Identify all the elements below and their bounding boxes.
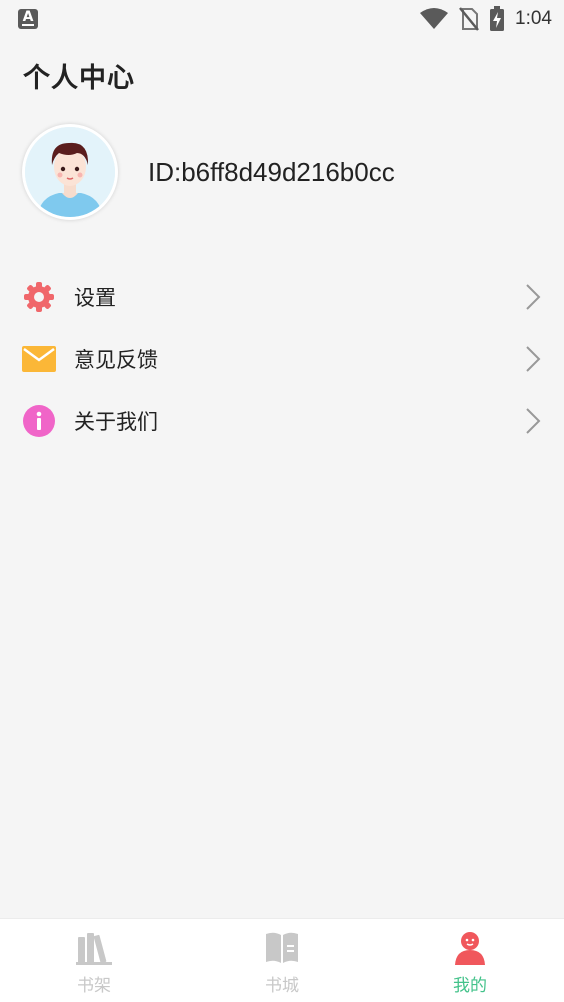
bottom-tab-bar: 书架 书城 我的 xyxy=(0,918,564,1002)
bookshelf-icon xyxy=(75,929,113,967)
menu-item-label: 关于我们 xyxy=(74,410,158,434)
avatar-illustration xyxy=(25,127,115,217)
tab-label: 书架 xyxy=(77,976,111,996)
battery-charging-icon xyxy=(490,6,505,31)
menu-item-settings[interactable]: 设置 xyxy=(0,266,564,328)
open-book-icon xyxy=(263,929,301,967)
tab-label: 书城 xyxy=(265,976,299,996)
user-id: ID:b6ff8d49d216b0cc xyxy=(148,156,395,187)
no-sim-icon xyxy=(459,7,479,31)
menu-item-about[interactable]: 关于我们 xyxy=(0,390,564,452)
status-bar: A 1:04 xyxy=(0,0,564,38)
status-right: 1:04 xyxy=(419,6,552,32)
menu-item-feedback[interactable]: 意见反馈 xyxy=(0,328,564,390)
keyboard-a-icon: A xyxy=(18,9,38,29)
avatar[interactable] xyxy=(22,124,118,220)
status-left: A xyxy=(18,9,38,29)
info-icon xyxy=(22,404,56,438)
status-time: 1:04 xyxy=(515,8,552,29)
page-title: 个人中心 xyxy=(23,63,135,94)
profile-row[interactable]: ID:b6ff8d49d216b0cc xyxy=(22,124,395,220)
chevron-right-icon xyxy=(526,408,541,434)
chevron-right-icon xyxy=(526,346,541,372)
menu-list: 设置 意见反馈 关于我们 xyxy=(0,266,564,452)
chevron-right-icon xyxy=(526,284,541,310)
mail-icon xyxy=(22,342,56,376)
wifi-icon xyxy=(420,8,449,29)
gear-icon xyxy=(22,280,56,314)
tab-mine[interactable]: 我的 xyxy=(376,919,564,1002)
tab-label: 我的 xyxy=(453,976,487,996)
user-icon xyxy=(451,929,489,967)
menu-item-label: 意见反馈 xyxy=(74,348,158,372)
tab-bookstore[interactable]: 书城 xyxy=(188,919,376,1002)
menu-item-label: 设置 xyxy=(74,286,116,310)
tab-bookshelf[interactable]: 书架 xyxy=(0,919,188,1002)
